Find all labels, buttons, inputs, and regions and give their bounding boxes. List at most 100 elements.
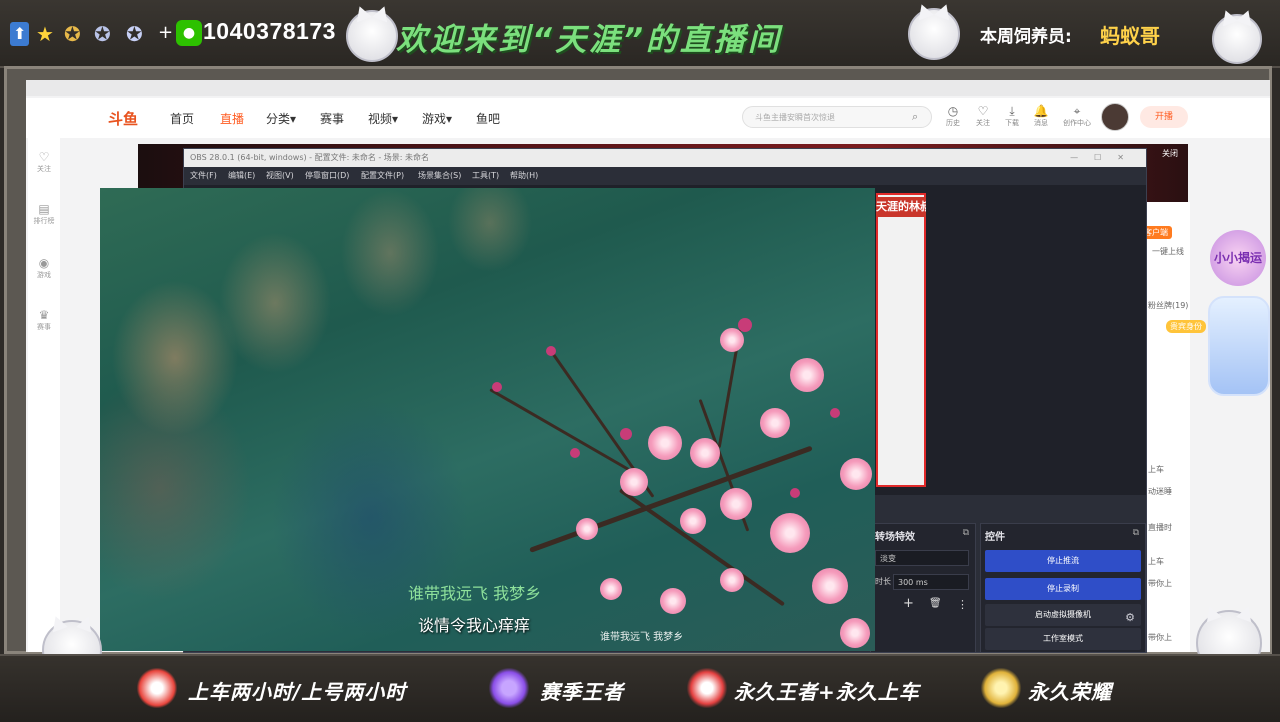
star-icon: ★ bbox=[36, 22, 54, 46]
start-virtual-camera-button[interactable]: 启动虚拟摄像机 ⚙ bbox=[985, 604, 1141, 626]
bud bbox=[830, 408, 840, 418]
blossom bbox=[620, 468, 648, 496]
remove-transition-icon[interactable]: 🗑 bbox=[929, 598, 942, 609]
duration-label: 时长 bbox=[875, 577, 891, 586]
controls-title: 控件 bbox=[985, 532, 1005, 543]
host-label: 本周饲养员: bbox=[980, 27, 1072, 47]
glory-rocket-icon bbox=[980, 668, 1022, 708]
top-banner: ⬆ ★ ✪ ✪ ✪ + ● 1040378173 欢迎来到“天涯”的直播间 本周… bbox=[0, 0, 1280, 68]
history-button[interactable]: ◷ 历史 bbox=[938, 104, 968, 128]
blossom bbox=[648, 426, 682, 460]
promo-badge[interactable]: 小小揭运 bbox=[1210, 230, 1266, 286]
plus-icon: + bbox=[158, 22, 174, 43]
welcome-title: 欢迎来到“天涯”的直播间 bbox=[396, 22, 782, 58]
start-stream-button[interactable]: 开播 bbox=[1140, 106, 1188, 128]
popout-icon[interactable]: ⧉ bbox=[963, 528, 969, 538]
rail-esports[interactable]: ♛ 赛事 bbox=[28, 308, 60, 332]
blossom bbox=[760, 408, 790, 438]
window-controls[interactable]: —☐✕ bbox=[1070, 149, 1140, 167]
creator-button[interactable]: ⌖ 创作中心 bbox=[1062, 104, 1092, 128]
creator-icon: ⌖ bbox=[1073, 104, 1081, 118]
message-button[interactable]: 🔔 消息 bbox=[1026, 104, 1056, 128]
menu-tools[interactable]: 工具(T) bbox=[472, 170, 499, 181]
menu-profile[interactable]: 配置文件(P) bbox=[361, 170, 404, 181]
slogan-ride: 上车两小时/上号两小时 bbox=[188, 680, 407, 704]
slogan-season-king: 赛季王者 bbox=[540, 680, 624, 704]
nav-category[interactable]: 分类▾ bbox=[266, 110, 296, 127]
obs-menubar: 文件(F) 编辑(E) 视图(V) 停靠窗口(D) 配置文件(P) 场景集合(S… bbox=[184, 167, 1146, 185]
slogan-forever-king: 永久王者+永久上车 bbox=[734, 680, 920, 704]
bud bbox=[570, 448, 580, 458]
menu-docks[interactable]: 停靠窗口(D) bbox=[305, 170, 349, 181]
search-icon[interactable]: ⌕ bbox=[912, 110, 918, 124]
nav-esports[interactable]: 赛事 bbox=[320, 110, 344, 127]
obs-title-bar: OBS 28.0.1 (64-bit, windows) - 配置文件: 未命名… bbox=[184, 149, 1146, 167]
transitions-title: 转场特效 bbox=[875, 532, 915, 543]
popout-icon[interactable]: ⧉ bbox=[1133, 528, 1139, 538]
gift-box-icon[interactable] bbox=[1208, 296, 1270, 396]
transitions-dock: 转场特效 ⧉ 淡变 时长 300 ms + 🗑 ⋮ bbox=[870, 523, 976, 652]
menu-help[interactable]: 帮助(H) bbox=[510, 170, 538, 181]
bud bbox=[492, 382, 502, 392]
site-nav: 斗鱼 首页 直播 分类▾ 赛事 视频▾ 游戏▾ 鱼吧 斗鱼主播安瞬首次惊退 ⌕ … bbox=[26, 98, 1270, 138]
cat-mascot-icon bbox=[908, 8, 960, 60]
follow-button[interactable]: ♡ 关注 bbox=[968, 104, 998, 128]
heart-icon: ♡ bbox=[38, 150, 50, 164]
upload-icon: ⬆ bbox=[10, 22, 30, 46]
history-icon: ◷ bbox=[947, 104, 959, 118]
lyric-line-3: 谁带我远飞 我梦乡 bbox=[600, 632, 684, 643]
blossom bbox=[720, 488, 752, 520]
blossom bbox=[720, 568, 744, 592]
nav-home[interactable]: 首页 bbox=[170, 110, 194, 127]
stop-recording-button[interactable]: 停止录制 bbox=[985, 578, 1141, 600]
blossom bbox=[770, 513, 810, 553]
bud bbox=[546, 346, 556, 356]
blossom bbox=[790, 358, 824, 392]
nav-video[interactable]: 视频▾ bbox=[368, 110, 398, 127]
download-button[interactable]: ⤓ 下载 bbox=[997, 104, 1027, 128]
silver-rank-icon: ✪ bbox=[94, 22, 111, 46]
nav-yuba[interactable]: 鱼吧 bbox=[476, 110, 500, 127]
browser-tab-strip bbox=[26, 80, 1270, 96]
studio-mode-button[interactable]: 工作室模式 bbox=[985, 628, 1141, 650]
transition-type-select[interactable]: 淡变 bbox=[875, 550, 969, 566]
rank-icon: ▤ bbox=[38, 202, 50, 216]
host-name: 蚂蚁哥 bbox=[1100, 24, 1160, 48]
wechat-icon: ● bbox=[176, 20, 202, 46]
menu-scene-collection[interactable]: 场景集合(S) bbox=[418, 170, 461, 181]
game-icon: ◉ bbox=[38, 256, 50, 270]
bud bbox=[620, 428, 632, 440]
wechat-id: 1040378173 bbox=[203, 18, 336, 44]
lyric-line-2: 谈情令我心痒痒 bbox=[418, 616, 531, 635]
slogan-forever-glory: 永久荣耀 bbox=[1028, 680, 1112, 704]
menu-view[interactable]: 视图(V) bbox=[266, 170, 294, 181]
blossom bbox=[660, 588, 686, 614]
menu-file[interactable]: 文件(F) bbox=[190, 170, 217, 181]
duration-input[interactable]: 300 ms bbox=[893, 574, 969, 590]
blossom bbox=[840, 618, 870, 648]
rail-follow[interactable]: ♡ 关注 bbox=[28, 150, 60, 174]
douyu-logo[interactable]: 斗鱼 bbox=[108, 108, 138, 129]
menu-edit[interactable]: 编辑(E) bbox=[228, 170, 255, 181]
close-ad-button[interactable]: 关闭 bbox=[1162, 148, 1178, 159]
left-rail: ♡ 关注 ▤ 排行榜 ◉ 游戏 ♛ 赛事 bbox=[28, 138, 60, 652]
window-capture-source[interactable] bbox=[876, 193, 926, 487]
gear-icon[interactable]: ⚙ bbox=[1125, 607, 1135, 629]
nav-live[interactable]: 直播 bbox=[220, 110, 244, 127]
controls-dock: 控件 ⧉ 停止推流 停止录制 启动虚拟摄像机 ⚙ 工作室模式 bbox=[980, 523, 1146, 652]
bottom-banner: 上车两小时/上号两小时 赛季王者 永久王者+永久上车 永久荣耀 bbox=[0, 654, 1280, 722]
rocket-icon bbox=[686, 668, 728, 708]
obs-title: OBS 28.0.1 (64-bit, windows) - 配置文件: 未命名… bbox=[190, 153, 430, 162]
add-transition-button[interactable]: + bbox=[903, 596, 914, 611]
vip-badge[interactable]: 贵宾身份 bbox=[1166, 320, 1206, 333]
virtual-cam-label: 启动虚拟摄像机 bbox=[1035, 610, 1091, 619]
stop-streaming-button[interactable]: 停止推流 bbox=[985, 550, 1141, 572]
rail-games[interactable]: ◉ 游戏 bbox=[28, 256, 60, 280]
search-input[interactable]: 斗鱼主播安瞬首次惊退 bbox=[742, 106, 932, 128]
nav-games[interactable]: 游戏▾ bbox=[422, 110, 452, 127]
more-options-icon[interactable]: ⋮ bbox=[957, 598, 968, 611]
cat-mascot-icon bbox=[1212, 14, 1262, 64]
rail-rank[interactable]: ▤ 排行榜 bbox=[28, 202, 60, 226]
avatar[interactable] bbox=[1101, 103, 1129, 131]
right-panel: 一键上线 粉丝牌(19) 上车 动迷睡 直播时 上车 带你上 带你上 bbox=[1144, 202, 1190, 652]
